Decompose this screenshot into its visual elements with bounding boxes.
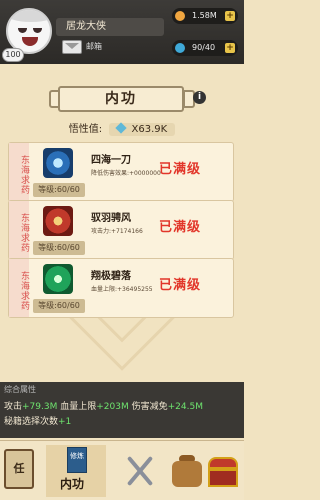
attack-value: +79.3M	[22, 402, 58, 412]
crossed-swords-icon[interactable]	[120, 449, 160, 493]
attack-label: 攻击	[4, 402, 23, 412]
mail-label[interactable]: 邮箱	[86, 41, 102, 52]
summary-panel: 综合属性 攻击+79.3M 血量上限+203M 伤害减免+24.5M 秘籍选择次…	[0, 382, 244, 438]
blue-vortex-icon	[43, 148, 73, 178]
hp-label: 血量上限	[60, 402, 97, 412]
player-name: 居龙大侠	[56, 18, 164, 36]
add-gold-button[interactable]: +	[225, 11, 235, 21]
reduce-label: 伤害减免	[131, 402, 168, 412]
secret-label: 秘籍选择次数	[4, 417, 59, 427]
energy-value: 90/40	[192, 43, 216, 52]
maxed-status: 已满级	[159, 278, 202, 293]
nav-task-button[interactable]: 任	[4, 449, 34, 489]
skill-name: 四海一刀	[91, 155, 131, 166]
page-title: 内功	[58, 86, 184, 112]
skill-card[interactable]: 东海求药 等级:60/60 四海一刀 降低伤害效果:+0000000 已满级	[8, 142, 234, 202]
red-gate-icon	[43, 206, 73, 236]
treasure-chest-icon[interactable]	[206, 449, 240, 493]
gold-coin-icon	[175, 11, 185, 21]
secret-value: +1	[58, 417, 72, 427]
gold-counter: 1.58M +	[172, 8, 238, 24]
skill-desc: 血量上限:+36495255	[91, 286, 153, 293]
green-swirl-icon	[43, 264, 73, 294]
skill-card[interactable]: 东海求药 等级:60/60 驭羽骋风 攻击力:+7174166 已满级	[8, 200, 234, 260]
skill-card[interactable]: 东海求药 等级:60/60 翔极碧落 血量上限:+36495255 已满级	[8, 258, 234, 318]
book-icon: 修炼	[67, 447, 87, 473]
bottom-nav: 任 修炼 内功	[0, 440, 244, 500]
skill-source-tag: 东海求药	[9, 201, 29, 259]
skill-level: 等级:60/60	[33, 299, 85, 313]
player-level-badge: 100	[2, 48, 24, 62]
gold-value: 1.58M	[192, 11, 217, 20]
energy-icon	[175, 43, 185, 53]
skill-level: 等级:60/60	[33, 241, 85, 255]
skill-desc: 降低伤害效果:+0000000	[91, 170, 161, 177]
reduce-value: +24.5M	[167, 402, 203, 412]
skill-name: 翔极碧落	[91, 271, 131, 282]
insight-label: 悟性值:	[68, 124, 103, 135]
maxed-status: 已满级	[159, 220, 202, 235]
insight-value: X63.9K	[131, 124, 168, 135]
skill-name: 驭羽骋风	[91, 213, 131, 224]
insight-diamond-icon	[115, 122, 128, 134]
skill-level: 等级:60/60	[33, 183, 85, 197]
mail-icon[interactable]	[62, 40, 82, 54]
skill-source-tag: 东海求药	[9, 143, 29, 201]
skill-source-tag: 东海求药	[9, 259, 29, 317]
nav-active-label[interactable]: 内功	[60, 475, 84, 492]
skill-desc: 攻击力:+7174166	[91, 228, 143, 235]
maxed-status: 已满级	[159, 162, 202, 177]
summary-secret-line: 秘籍选择次数+1	[4, 414, 71, 427]
top-bar: 100 居龙大侠 邮箱 1.58M + 90/40 +	[0, 0, 244, 64]
insight-row: 悟性值: X63.9K	[0, 120, 244, 136]
summary-title: 综合属性	[4, 385, 36, 394]
add-energy-button[interactable]: +	[225, 43, 235, 53]
summary-stats-line: 攻击+79.3M 血量上限+203M 伤害减免+24.5M	[4, 399, 203, 412]
hp-value: +203M	[96, 402, 129, 412]
info-icon[interactable]: i	[193, 91, 206, 104]
bag-icon[interactable]	[166, 449, 206, 493]
energy-counter: 90/40 +	[172, 40, 238, 56]
insight-value-box: X63.9K	[109, 122, 176, 136]
